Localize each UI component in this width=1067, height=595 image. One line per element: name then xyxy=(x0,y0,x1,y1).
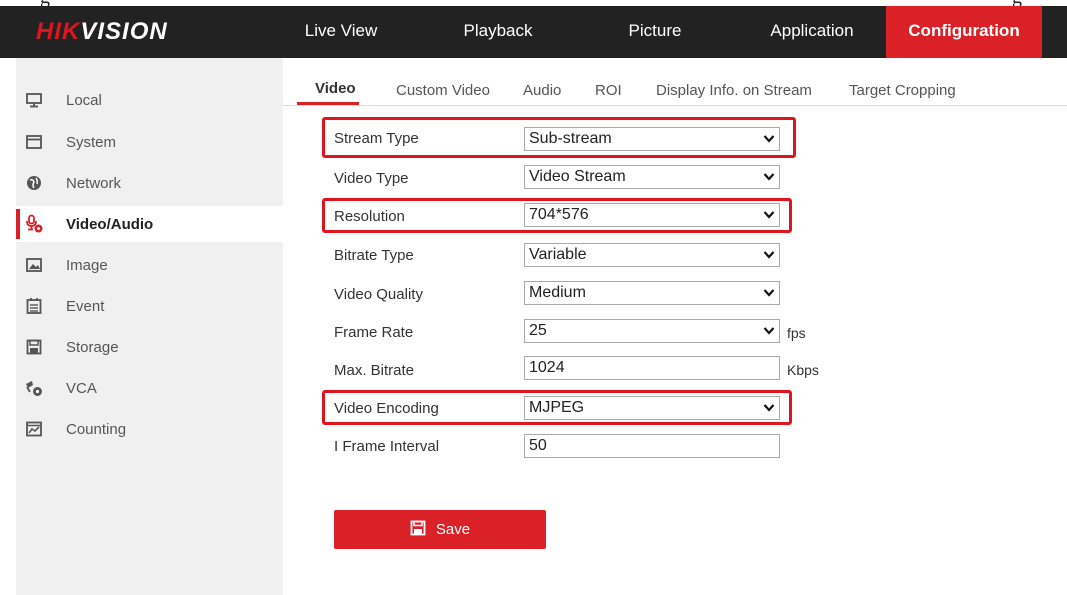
sidebar: Local System Network Video/Audio Image E… xyxy=(16,58,283,595)
tab-display-info[interactable]: Display Info. on Stream xyxy=(656,82,812,99)
sidebar-item-video-audio[interactable]: Video/Audio xyxy=(16,206,283,242)
globe-icon xyxy=(24,173,44,193)
tab-target-cropping[interactable]: Target Cropping xyxy=(849,82,956,99)
active-indicator xyxy=(16,209,20,239)
sidebar-item-label: Storage xyxy=(66,338,119,356)
frame-rate-label: Frame Rate xyxy=(334,324,414,341)
highlight-box xyxy=(322,198,792,233)
i-frame-interval-input[interactable]: 50 xyxy=(524,434,780,458)
floppy-icon xyxy=(410,520,426,540)
chevron-down-icon xyxy=(763,327,775,335)
video-quality-select[interactable]: Medium xyxy=(524,281,780,305)
save-button-label: Save xyxy=(435,521,471,538)
sidebar-item-network[interactable]: Network xyxy=(16,165,283,201)
floppy-icon xyxy=(24,337,44,357)
nav-picture[interactable]: Picture xyxy=(610,6,700,58)
sidebar-item-label: VCA xyxy=(66,379,97,397)
save-button[interactable]: Save xyxy=(334,510,546,549)
sidebar-item-storage[interactable]: Storage xyxy=(16,329,283,365)
top-navigation-bar: HIKVISION Live View Playback Picture App… xyxy=(0,6,1067,58)
hikvision-logo: HIKVISION xyxy=(36,18,168,45)
video-quality-label: Video Quality xyxy=(334,286,423,303)
image-icon xyxy=(24,255,44,275)
monitor-icon xyxy=(24,90,44,110)
frame-rate-unit: fps xyxy=(787,325,806,341)
chevron-down-icon xyxy=(763,173,775,181)
sidebar-item-label: System xyxy=(66,133,117,151)
video-type-label: Video Type xyxy=(334,170,409,187)
sidebar-item-label: Event xyxy=(66,297,105,315)
sidebar-item-label: Video/Audio xyxy=(66,215,154,233)
sidebar-item-image[interactable]: Image xyxy=(16,247,283,283)
mic-gear-icon xyxy=(24,214,44,234)
bitrate-type-select[interactable]: Variable xyxy=(524,243,780,267)
nav-application[interactable]: Application xyxy=(752,6,872,58)
nav-playback[interactable]: Playback xyxy=(448,6,548,58)
calendar-icon xyxy=(24,296,44,316)
tab-bar: Video Custom Video Audio ROI Display Inf… xyxy=(283,58,1067,106)
window-icon xyxy=(24,132,44,152)
highlight-box xyxy=(322,390,792,425)
sidebar-item-label: Local xyxy=(66,91,102,109)
i-frame-interval-label: I Frame Interval xyxy=(334,438,440,455)
bitrate-type-label: Bitrate Type xyxy=(334,247,414,264)
highlight-box xyxy=(322,117,796,158)
sidebar-item-label: Network xyxy=(66,174,122,192)
tab-audio[interactable]: Audio xyxy=(523,82,561,99)
nav-configuration[interactable]: Configuration xyxy=(886,6,1042,58)
vca-icon xyxy=(24,378,44,398)
chevron-down-icon xyxy=(763,251,775,259)
active-tab-underline xyxy=(297,102,359,105)
max-bitrate-label: Max. Bitrate xyxy=(334,362,415,379)
sidebar-item-system[interactable]: System xyxy=(16,124,283,160)
tab-video[interactable]: Video xyxy=(315,80,356,97)
max-bitrate-input[interactable]: 1024 xyxy=(524,356,780,380)
max-bitrate-unit: Kbps xyxy=(787,362,819,378)
tab-custom-video[interactable]: Custom Video xyxy=(396,82,490,99)
counting-icon xyxy=(24,419,44,439)
frame-rate-select[interactable]: 25 xyxy=(524,319,780,343)
video-type-select[interactable]: Video Stream xyxy=(524,165,780,189)
sidebar-item-vca[interactable]: VCA xyxy=(16,370,283,406)
tab-roi[interactable]: ROI xyxy=(595,82,622,99)
sidebar-item-event[interactable]: Event xyxy=(16,288,283,324)
sidebar-item-counting[interactable]: Counting xyxy=(16,411,283,447)
nav-live-view[interactable]: Live View xyxy=(286,6,396,58)
chevron-down-icon xyxy=(763,289,775,297)
sidebar-item-label: Counting xyxy=(66,420,127,438)
sidebar-item-label: Image xyxy=(66,256,108,274)
sidebar-item-local[interactable]: Local xyxy=(16,82,283,118)
